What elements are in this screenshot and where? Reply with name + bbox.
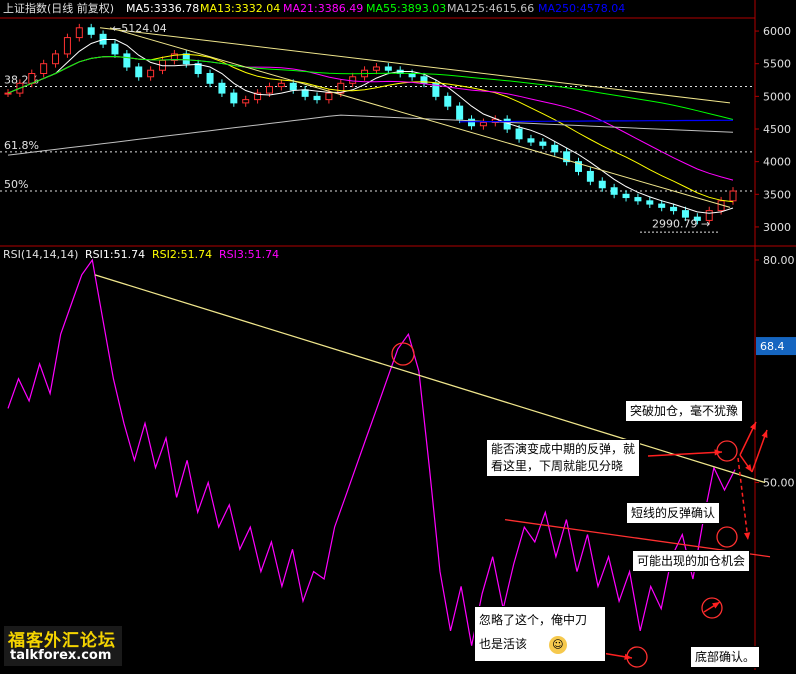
emoji-face-icon: ☺ bbox=[548, 635, 567, 654]
annotation-bottom-confirm: 底部确认。 bbox=[690, 646, 761, 668]
candle-body bbox=[634, 197, 642, 202]
candle-body bbox=[670, 206, 678, 212]
candle-body bbox=[729, 190, 737, 202]
candle-body bbox=[75, 27, 83, 39]
candle-body bbox=[147, 69, 155, 78]
candle-body bbox=[182, 53, 190, 65]
price-tick-label: 5500 bbox=[763, 58, 791, 71]
legend-ma5: MA5:3336.78 bbox=[126, 2, 199, 15]
fib-level-61-label: 61.8% bbox=[4, 139, 39, 152]
legend-ma55: MA55:3893.03 bbox=[366, 2, 446, 15]
candle-body bbox=[622, 193, 630, 199]
fib-level-50-label: 50% bbox=[4, 178, 28, 191]
legend-ma13: MA13:3332.04 bbox=[200, 2, 280, 15]
candle-body bbox=[598, 180, 606, 189]
candle-body bbox=[111, 43, 119, 55]
annotation-short-rebound: 短线的反弹确认 bbox=[626, 502, 721, 524]
candle-body bbox=[586, 170, 594, 182]
candle-body bbox=[610, 187, 618, 195]
candle-body bbox=[218, 82, 226, 94]
candle-body bbox=[40, 63, 48, 75]
legend-ma250: MA250:4578.04 bbox=[538, 2, 625, 15]
candle-body bbox=[206, 73, 214, 84]
candle-body bbox=[408, 73, 416, 78]
candle-body bbox=[52, 53, 60, 65]
price-tick-label: 3500 bbox=[763, 188, 791, 201]
annotation-breakout: 突破加仓，毫不犹豫 bbox=[625, 400, 744, 422]
candle-body bbox=[444, 95, 452, 107]
legend-ma125: MA125:4615.66 bbox=[447, 2, 534, 15]
rsi-current-badge-text: 68.4 bbox=[760, 340, 785, 353]
candle-body bbox=[87, 27, 95, 35]
price-tick-label: 4000 bbox=[763, 156, 791, 169]
candle-body bbox=[135, 66, 143, 78]
candle-body bbox=[479, 121, 487, 127]
candle-body bbox=[289, 82, 297, 91]
candle-body bbox=[123, 53, 131, 68]
candle-body bbox=[28, 73, 36, 84]
rsi-tick-label: 50.00 bbox=[763, 477, 795, 490]
stock-chart-screen: 3000 3500 4000 4500 5000 5500 6000 38.2% 61.8% 50… bbox=[0, 0, 796, 670]
price-tick-label: 6000 bbox=[763, 25, 791, 38]
rsi-tick-label: 80.00 bbox=[763, 254, 795, 267]
annotation-ignored-line2-text: 也是活该 bbox=[479, 637, 528, 651]
price-tick-label: 3000 bbox=[763, 221, 791, 234]
annotation-ignored: 忽略了这个，俺中刀 也是活该 ☺ bbox=[474, 606, 606, 662]
candle-body bbox=[646, 200, 654, 205]
price-low-label: 2990.79 → bbox=[652, 218, 710, 231]
legend-ma21: MA21:3386.49 bbox=[283, 2, 363, 15]
watermark-logo: 福客外汇论坛 talkforex.com bbox=[4, 626, 122, 666]
candle-body bbox=[468, 118, 476, 127]
candle-body bbox=[349, 76, 357, 84]
candle-body bbox=[539, 141, 547, 146]
candle-body bbox=[313, 95, 321, 101]
price-tick-label: 4500 bbox=[763, 123, 791, 136]
annotation-watch: 能否演变成中期的反弹，就 看这里，下周就能见分晓 bbox=[486, 439, 641, 477]
candle-body bbox=[301, 89, 309, 97]
annotation-watch-line2: 看这里，下周就能见分晓 bbox=[491, 459, 624, 473]
candle-body bbox=[551, 144, 559, 153]
candle-body bbox=[242, 99, 250, 104]
annotation-ignored-line1: 忽略了这个，俺中刀 bbox=[479, 613, 588, 627]
candle-body bbox=[230, 92, 238, 104]
candle-body bbox=[658, 203, 666, 208]
candle-body bbox=[265, 86, 273, 94]
rsi-legend-title: RSI(14,14,14) bbox=[3, 248, 78, 261]
legend-rsi1: RSI1:51.74 bbox=[85, 248, 145, 261]
candle-body bbox=[325, 92, 333, 101]
price-legend-title: 上证指数(日线 前复权) bbox=[3, 1, 114, 15]
candle-body bbox=[456, 105, 464, 120]
legend-rsi3: RSI3:51.74 bbox=[219, 248, 279, 261]
candle-body bbox=[372, 66, 380, 71]
candle-body bbox=[681, 210, 689, 218]
candle-body bbox=[4, 92, 12, 95]
candle-body bbox=[527, 138, 535, 143]
candle-body bbox=[277, 82, 285, 88]
annotation-watch-line1: 能否演变成中期的反弹，就 bbox=[491, 442, 636, 456]
price-high-label: ←5124.04 bbox=[112, 22, 167, 35]
price-tick-label: 5000 bbox=[763, 90, 791, 103]
annotation-ignored-line2: 也是活该 ☺ bbox=[479, 632, 601, 656]
candle-body bbox=[384, 66, 392, 71]
watermark-line2: talkforex.com bbox=[10, 648, 112, 663]
legend-rsi2: RSI2:51.74 bbox=[152, 248, 212, 261]
candle-body bbox=[515, 128, 523, 140]
candle-body bbox=[63, 37, 71, 55]
annotation-add-chance: 可能出现的加仓机会 bbox=[632, 550, 751, 572]
